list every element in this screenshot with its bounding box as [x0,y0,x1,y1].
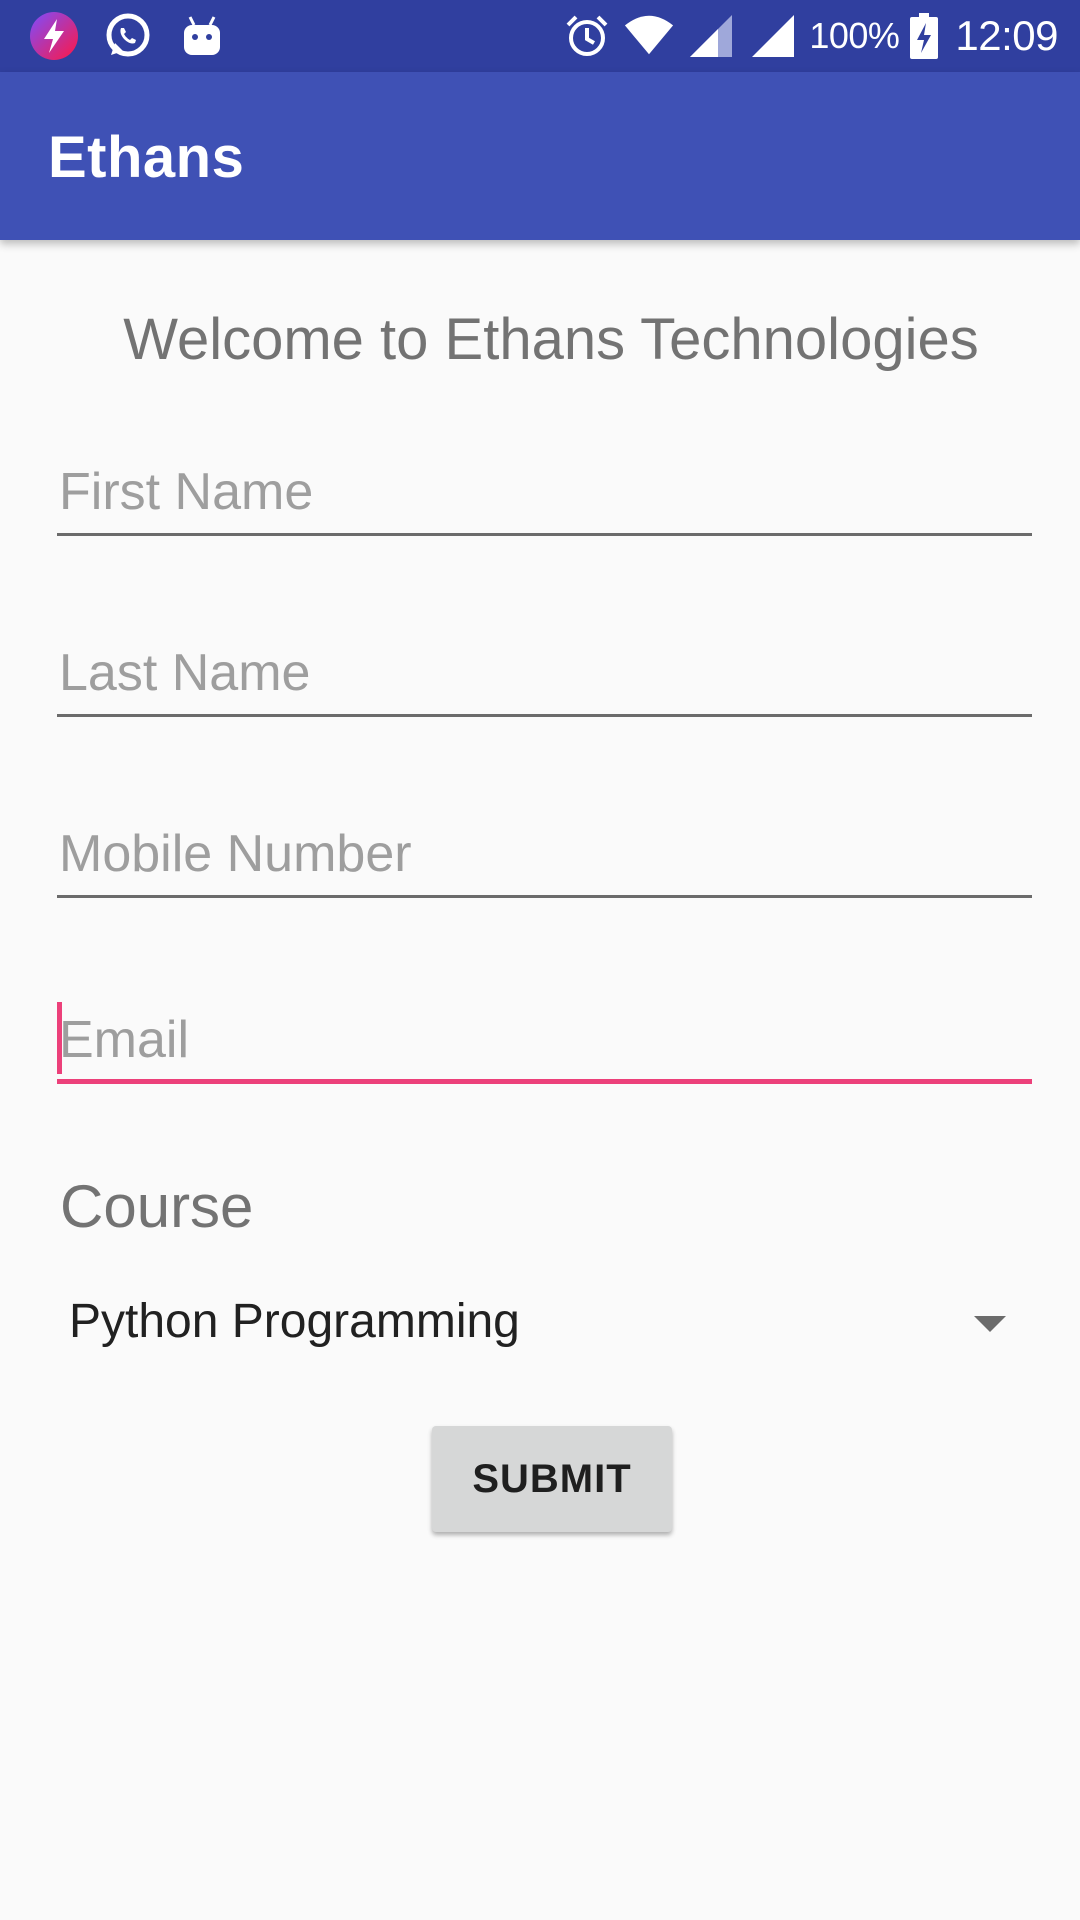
clock: 12:09 [955,12,1058,59]
wifi-icon [623,10,675,62]
last-name-field[interactable]: Last Name [57,627,1032,717]
app-bar: Ethans [0,72,1080,240]
submit-button[interactable]: SUBMIT [432,1426,672,1532]
mobile-number-hint: Mobile Number [59,825,412,883]
signal-icon [685,10,737,62]
whatsapp-icon [102,10,154,62]
first-name-field[interactable]: First Name [57,446,1032,536]
last-name-hint: Last Name [59,644,311,702]
email-underline [57,1079,1032,1084]
signal-icon [747,10,799,62]
email-field[interactable]: Email [57,994,1032,1084]
welcome-heading: Welcome to Ethans Technologies [123,307,979,372]
alarm-icon [561,10,613,62]
course-label: Course [60,1173,254,1240]
last-name-underline [57,714,1032,717]
mobile-number-field[interactable]: Mobile Number [57,808,1032,898]
android-debug-icon [176,10,228,62]
text-cursor [57,1002,62,1074]
status-bar: 100% 12:09 [0,0,1080,72]
battery-level: 100% [809,15,900,56]
mobile-number-underline [57,895,1032,898]
first-name-hint: First Name [59,463,314,521]
dropdown-arrow-icon [974,1316,1006,1332]
course-selected-value: Python Programming [69,1295,520,1348]
email-hint: Email [59,1011,190,1069]
first-name-underline [57,533,1032,536]
app-bolt-icon [28,10,80,62]
app-title: Ethans [48,125,245,190]
battery-charging-icon [909,10,939,62]
course-spinner[interactable]: Python Programming [57,1290,1032,1366]
